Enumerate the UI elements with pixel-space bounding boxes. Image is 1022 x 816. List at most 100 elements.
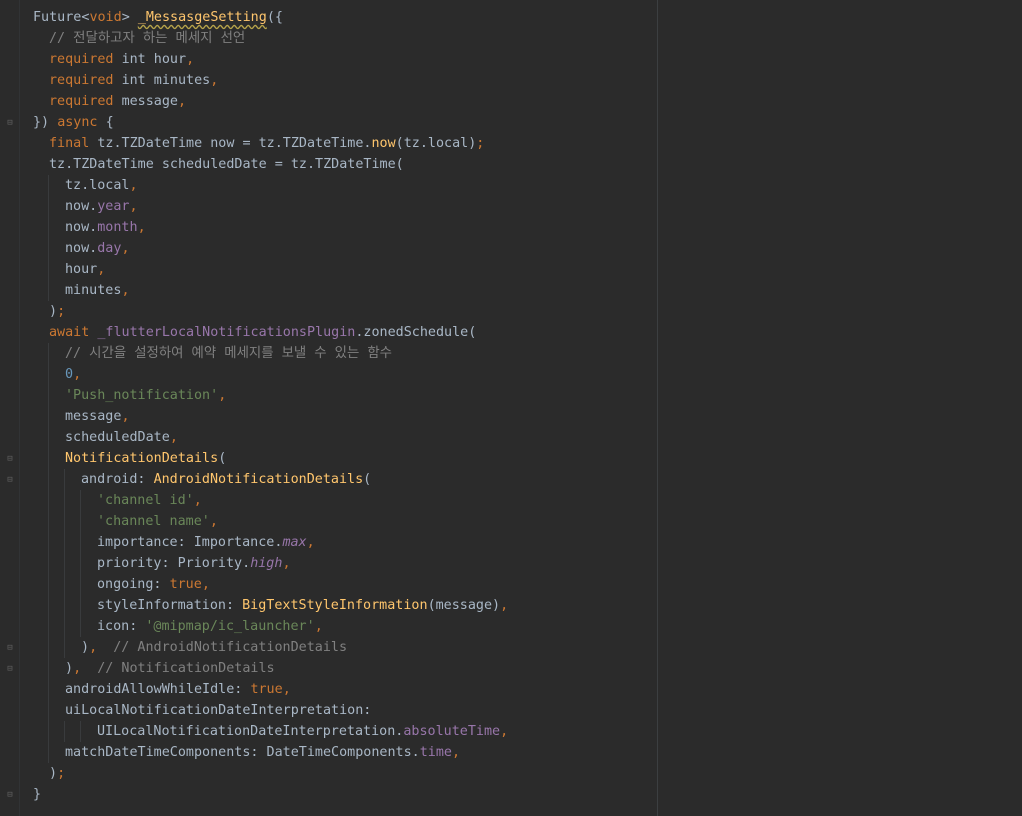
code-line[interactable]: tz.TZDateTime scheduledDate = tz.TZDateT… (33, 154, 508, 175)
indent-guide (64, 574, 65, 595)
code-line[interactable]: now.day, (33, 238, 508, 259)
code-lines[interactable]: Future<void> _MessasgeSetting({// 전달하고자 … (33, 7, 508, 805)
code-token: // AndroidNotificationDetails (97, 640, 348, 655)
code-token: true (169, 577, 202, 592)
code-line[interactable]: required message, (33, 91, 508, 112)
code-line[interactable]: required int minutes, (33, 70, 508, 91)
code-line[interactable]: final tz.TZDateTime now = tz.TZDateTime.… (33, 133, 508, 154)
code-token: , (129, 178, 138, 193)
indent-guide (80, 511, 81, 532)
code-editor[interactable]: ⊟ ⊟ ⊟ ⊟ ⊟ ⊟ Future<void> _MessasgeSetting({//… (0, 0, 1022, 816)
code-line[interactable]: android: AndroidNotificationDetails( (33, 469, 508, 490)
code-token: , (186, 52, 195, 67)
code-token: tz.TZDateTime now = tz.TZDateTime. (97, 136, 372, 151)
fold-marker-icon[interactable]: ⊟ (5, 454, 15, 464)
code-line[interactable]: // 전달하고자 하는 메세지 선언 (33, 28, 508, 49)
fold-marker-icon[interactable]: ⊟ (5, 664, 15, 674)
code-token: now. (65, 241, 98, 256)
code-line[interactable]: 0, (33, 364, 508, 385)
code-token: required (49, 94, 122, 109)
code-token: ) (49, 766, 58, 781)
code-line[interactable]: await _flutterLocalNotificationsPlugin.z… (33, 322, 508, 343)
code-token: ) (81, 640, 90, 655)
code-token: hour (65, 262, 98, 277)
code-line[interactable]: importance: Importance.max, (33, 532, 508, 553)
code-token: , (282, 556, 291, 571)
code-line[interactable]: // 시간을 설정하여 예약 메세지를 보낼 수 있는 함수 (33, 343, 508, 364)
indent-guide (64, 616, 65, 637)
code-line[interactable]: ongoing: true, (33, 574, 508, 595)
code-token: int hour (121, 52, 187, 67)
code-token: } (33, 787, 42, 802)
code-line[interactable]: styleInformation: BigTextStyleInformatio… (33, 595, 508, 616)
code-token: required (49, 73, 122, 88)
indent-guide (48, 280, 49, 301)
code-line[interactable]: ); (33, 301, 508, 322)
indent-guide (48, 595, 49, 616)
indent-guide (48, 196, 49, 217)
code-line[interactable]: Future<void> _MessasgeSetting({ (33, 7, 508, 28)
code-line[interactable]: hour, (33, 259, 508, 280)
indent-guide (48, 406, 49, 427)
code-line[interactable]: required int hour, (33, 49, 508, 70)
indent-guide (48, 742, 49, 763)
code-token: , (451, 745, 461, 760)
code-token: ) (65, 661, 74, 676)
code-token: importance: Importance. (97, 535, 283, 550)
code-line[interactable]: } (33, 784, 508, 805)
code-line[interactable]: 'channel id', (33, 490, 508, 511)
fold-marker-icon[interactable]: ⊟ (5, 643, 15, 653)
indent-guide (48, 679, 49, 700)
code-line[interactable]: uiLocalNotificationDateInterpretation: (33, 700, 508, 721)
indent-guide (48, 448, 49, 469)
code-line[interactable]: now.month, (33, 217, 508, 238)
code-line[interactable]: ), // NotificationDetails (33, 658, 508, 679)
code-line[interactable]: androidAllowWhileIdle: true, (33, 679, 508, 700)
code-line[interactable]: ); (33, 763, 508, 784)
code-token: , (121, 409, 130, 424)
code-line[interactable]: ), // AndroidNotificationDetails (33, 637, 508, 658)
indent-guide (48, 511, 49, 532)
code-token: message (121, 94, 178, 109)
fold-marker-icon[interactable]: ⊟ (5, 475, 15, 485)
fold-marker-icon[interactable]: ⊟ (5, 790, 15, 800)
code-token: 'Push_notification' (65, 388, 219, 403)
code-token: , (500, 598, 509, 613)
code-line[interactable]: 'Push_notification', (33, 385, 508, 406)
code-line[interactable]: now.year, (33, 196, 508, 217)
code-token: priority: Priority. (97, 556, 251, 571)
code-line[interactable]: message, (33, 406, 508, 427)
indent-guide (48, 658, 49, 679)
code-token: , (201, 577, 210, 592)
code-line[interactable]: scheduledDate, (33, 427, 508, 448)
indent-guide (64, 637, 65, 658)
fold-marker-icon[interactable]: ⊟ (5, 118, 15, 128)
code-line[interactable]: matchDateTimeComponents: DateTimeCompone… (33, 742, 508, 763)
code-token: time (419, 745, 452, 760)
code-line[interactable]: NotificationDetails( (33, 448, 508, 469)
code-token: , (97, 262, 106, 277)
indent-guide (48, 700, 49, 721)
code-line[interactable]: UILocalNotificationDateInterpretation.ab… (33, 721, 508, 742)
code-token: NotificationDetails (65, 451, 219, 466)
code-token: ; (57, 304, 66, 319)
code-token: Future< (33, 10, 90, 25)
indent-guide (48, 217, 49, 238)
code-line[interactable]: tz.local, (33, 175, 508, 196)
indent-guide (64, 469, 65, 490)
indent-guide (80, 574, 81, 595)
indent-guide (80, 595, 81, 616)
indent-guide (48, 469, 49, 490)
code-line[interactable]: priority: Priority.high, (33, 553, 508, 574)
code-token: , (306, 535, 315, 550)
code-token: _flutterLocalNotificationsPlugin (97, 325, 356, 340)
code-line[interactable]: 'channel name', (33, 511, 508, 532)
code-line[interactable]: }) async { (33, 112, 508, 133)
indent-guide (80, 553, 81, 574)
code-line[interactable]: icon: '@mipmap/ic_launcher', (33, 616, 508, 637)
code-token: month (97, 220, 138, 235)
indent-guide (48, 721, 49, 742)
code-token: 'channel id' (97, 493, 194, 508)
code-token: android: (81, 472, 154, 487)
code-line[interactable]: minutes, (33, 280, 508, 301)
